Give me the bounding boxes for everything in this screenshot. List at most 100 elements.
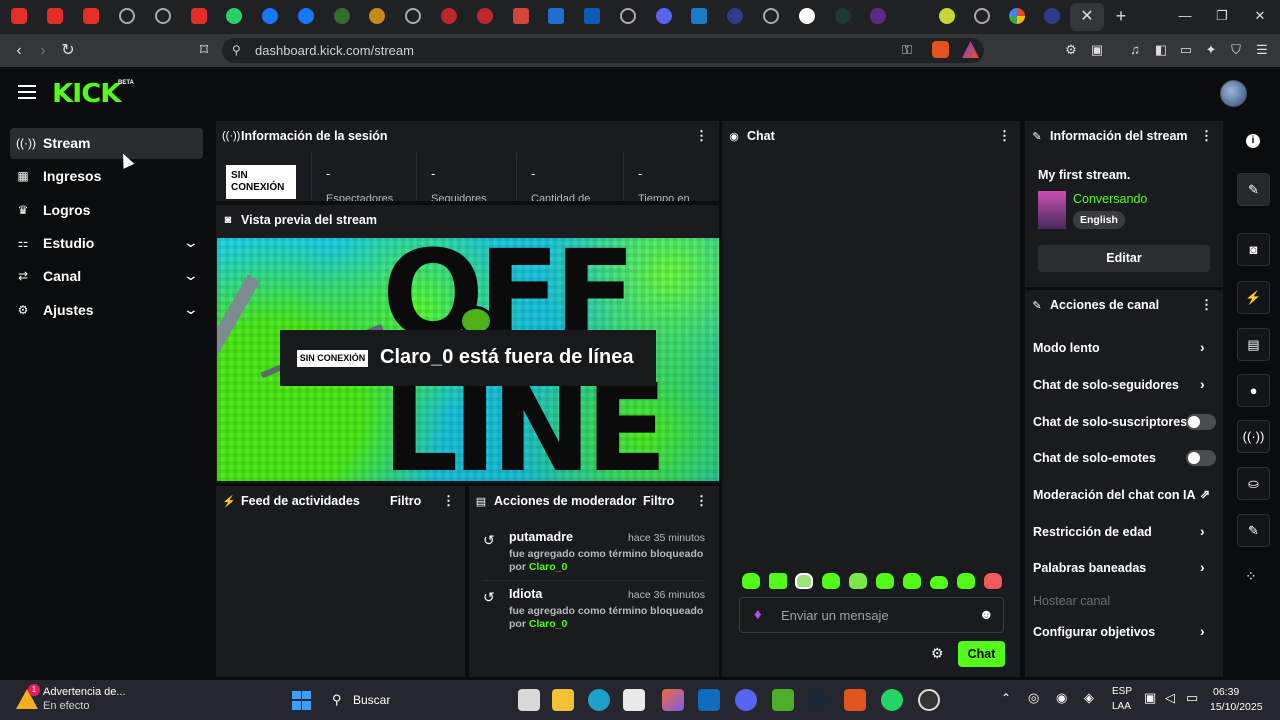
tennis-ball-tab-icon[interactable] bbox=[939, 8, 955, 24]
author-link[interactable]: Claro_0 bbox=[529, 561, 568, 573]
discord-icon[interactable] bbox=[735, 689, 757, 711]
brave-rewards-icon[interactable] bbox=[962, 41, 979, 58]
copilot-icon[interactable] bbox=[662, 689, 684, 711]
sidebar-item-logros[interactable]: ♛ Logros bbox=[10, 195, 203, 226]
file-explorer-icon[interactable] bbox=[552, 689, 574, 711]
send-chat-button[interactable]: Chat bbox=[958, 641, 1005, 667]
key-icon[interactable]: ⚿ bbox=[902, 42, 912, 58]
add-widget-icon[interactable]: ⁘ bbox=[1245, 568, 1257, 585]
emote[interactable] bbox=[822, 573, 840, 589]
generic-tab-icon[interactable] bbox=[620, 8, 636, 24]
sidebar-item-stream[interactable]: ((·)) Stream bbox=[10, 128, 203, 159]
age-restriction-action[interactable]: Restricción de edad bbox=[1033, 525, 1152, 539]
extensions-icon[interactable]: ⚙ bbox=[1062, 41, 1080, 59]
more-options-icon[interactable]: ⋮ bbox=[695, 493, 708, 509]
wallet-icon[interactable]: ▭ bbox=[1177, 41, 1195, 59]
outlook-tab-icon[interactable] bbox=[584, 8, 600, 24]
generic-tab-icon[interactable] bbox=[477, 8, 493, 24]
warning-title[interactable]: Advertencia de... bbox=[43, 686, 126, 698]
language-indicator[interactable]: LAA bbox=[1112, 701, 1131, 712]
sidebar-icon[interactable]: ◧ bbox=[1152, 41, 1170, 59]
steam-icon[interactable] bbox=[807, 689, 829, 711]
music-icon[interactable]: ♫ bbox=[1126, 41, 1144, 59]
document-icon[interactable]: ▤ bbox=[1237, 328, 1270, 361]
author-link[interactable]: Claro_0 bbox=[529, 618, 568, 630]
mod-log-icon[interactable]: ⛀ bbox=[1237, 467, 1270, 500]
category-link[interactable]: Conversando bbox=[1073, 192, 1147, 206]
clock-date[interactable]: 15/10/2025 bbox=[1210, 701, 1263, 713]
active-tab-close-button[interactable]: ✕ bbox=[1070, 3, 1104, 31]
external-link-icon[interactable]: ⇗ bbox=[1200, 487, 1210, 501]
generic-tab-icon[interactable] bbox=[763, 8, 779, 24]
forward-icon[interactable]: › bbox=[32, 40, 54, 62]
tray-icon[interactable]: ◈ bbox=[1084, 690, 1094, 706]
emoji-icon[interactable]: ☻ bbox=[979, 606, 994, 622]
chevron-right-icon[interactable]: › bbox=[1200, 559, 1205, 575]
more-options-icon[interactable]: ⋮ bbox=[695, 128, 708, 144]
site-info-icon[interactable]: ⚲ bbox=[232, 43, 241, 57]
tray-expand-icon[interactable]: ⌃ bbox=[1001, 691, 1011, 705]
kick-logo[interactable]: KICK bbox=[52, 79, 121, 109]
filter-button[interactable]: Filtro bbox=[390, 494, 421, 508]
store-icon[interactable] bbox=[623, 689, 645, 711]
wrench-icon[interactable]: ✎ bbox=[1237, 514, 1270, 547]
volume-icon[interactable]: ◁ bbox=[1165, 690, 1175, 706]
generic-tab-icon[interactable] bbox=[334, 8, 350, 24]
camera-icon[interactable]: ◙ bbox=[1237, 233, 1270, 266]
tab-search-icon[interactable]: ▣ bbox=[1088, 41, 1106, 59]
emote[interactable] bbox=[795, 573, 813, 589]
generic-tab-icon[interactable] bbox=[119, 8, 135, 24]
info-icon[interactable]: i bbox=[1246, 134, 1260, 148]
edit-button[interactable]: Editar bbox=[1038, 245, 1210, 272]
youtube-tab-icon[interactable] bbox=[11, 8, 27, 24]
search-icon[interactable]: ⚲ bbox=[332, 692, 342, 708]
emote[interactable] bbox=[984, 573, 1002, 589]
paypal-tab-icon[interactable] bbox=[548, 8, 564, 24]
generic-tab-icon[interactable] bbox=[691, 8, 707, 24]
tray-icon[interactable]: ◉ bbox=[1056, 690, 1067, 706]
language-indicator[interactable]: ESP bbox=[1112, 686, 1132, 697]
configure-goals-action[interactable]: Configurar objetivos bbox=[1033, 625, 1155, 639]
filter-button[interactable]: Filtro bbox=[643, 494, 674, 508]
obs-icon[interactable] bbox=[918, 689, 940, 711]
google-tab-icon[interactable] bbox=[1009, 8, 1025, 24]
emote[interactable] bbox=[769, 573, 787, 589]
hamburger-menu-icon[interactable] bbox=[18, 85, 36, 99]
generic-tab-icon[interactable] bbox=[727, 8, 743, 24]
edge-icon[interactable] bbox=[588, 689, 610, 711]
chat-input[interactable]: ♦ Enviar un mensaje ☻ bbox=[739, 597, 1004, 633]
sidebar-item-canal[interactable]: ⇄ Canal ⌄ bbox=[10, 261, 203, 292]
monitor-icon[interactable]: ▣ bbox=[1144, 690, 1156, 706]
maximize-button[interactable]: ❐ bbox=[1208, 6, 1236, 26]
chevron-right-icon[interactable]: › bbox=[1200, 376, 1205, 392]
generic-tab-icon[interactable] bbox=[656, 8, 672, 24]
undo-icon[interactable]: ↺ bbox=[483, 589, 495, 606]
youtube-tab-icon[interactable] bbox=[191, 8, 207, 24]
sidebar-item-estudio[interactable]: ⚏ Estudio ⌄ bbox=[10, 228, 203, 259]
sidebar-item-ajustes[interactable]: ⚙ Ajustes ⌄ bbox=[10, 295, 203, 326]
task-view-icon[interactable] bbox=[518, 689, 540, 711]
more-options-icon[interactable]: ⋮ bbox=[1200, 128, 1213, 144]
chat-bubble-icon[interactable]: ● bbox=[1237, 374, 1270, 407]
generic-tab-icon[interactable] bbox=[441, 8, 457, 24]
outlook-icon[interactable] bbox=[698, 689, 720, 711]
generic-tab-icon[interactable] bbox=[835, 8, 851, 24]
more-options-icon[interactable]: ⋮ bbox=[998, 128, 1011, 144]
brave-shield-icon[interactable] bbox=[932, 41, 949, 58]
address-bar[interactable]: ⚲ dashboard.kick.com/stream ⚿ bbox=[222, 38, 984, 63]
emote[interactable] bbox=[876, 573, 894, 589]
whatsapp-icon[interactable] bbox=[881, 689, 903, 711]
more-options-icon[interactable]: ⋮ bbox=[442, 493, 455, 509]
generic-tab-icon[interactable] bbox=[369, 8, 385, 24]
emote[interactable] bbox=[930, 576, 948, 589]
user-avatar[interactable] bbox=[1220, 80, 1247, 107]
emote[interactable] bbox=[957, 573, 975, 589]
undo-icon[interactable]: ↺ bbox=[483, 532, 495, 549]
emote[interactable] bbox=[742, 573, 760, 589]
emotes-only-toggle[interactable] bbox=[1186, 450, 1216, 466]
emote[interactable] bbox=[849, 573, 867, 589]
followers-only-action[interactable]: Chat de solo-seguidores bbox=[1033, 378, 1179, 392]
microphone-icon[interactable]: ♦ bbox=[754, 606, 762, 623]
banned-words-action[interactable]: Palabras baneadas bbox=[1033, 561, 1146, 575]
slow-mode-action[interactable]: Modo lento bbox=[1033, 341, 1100, 355]
